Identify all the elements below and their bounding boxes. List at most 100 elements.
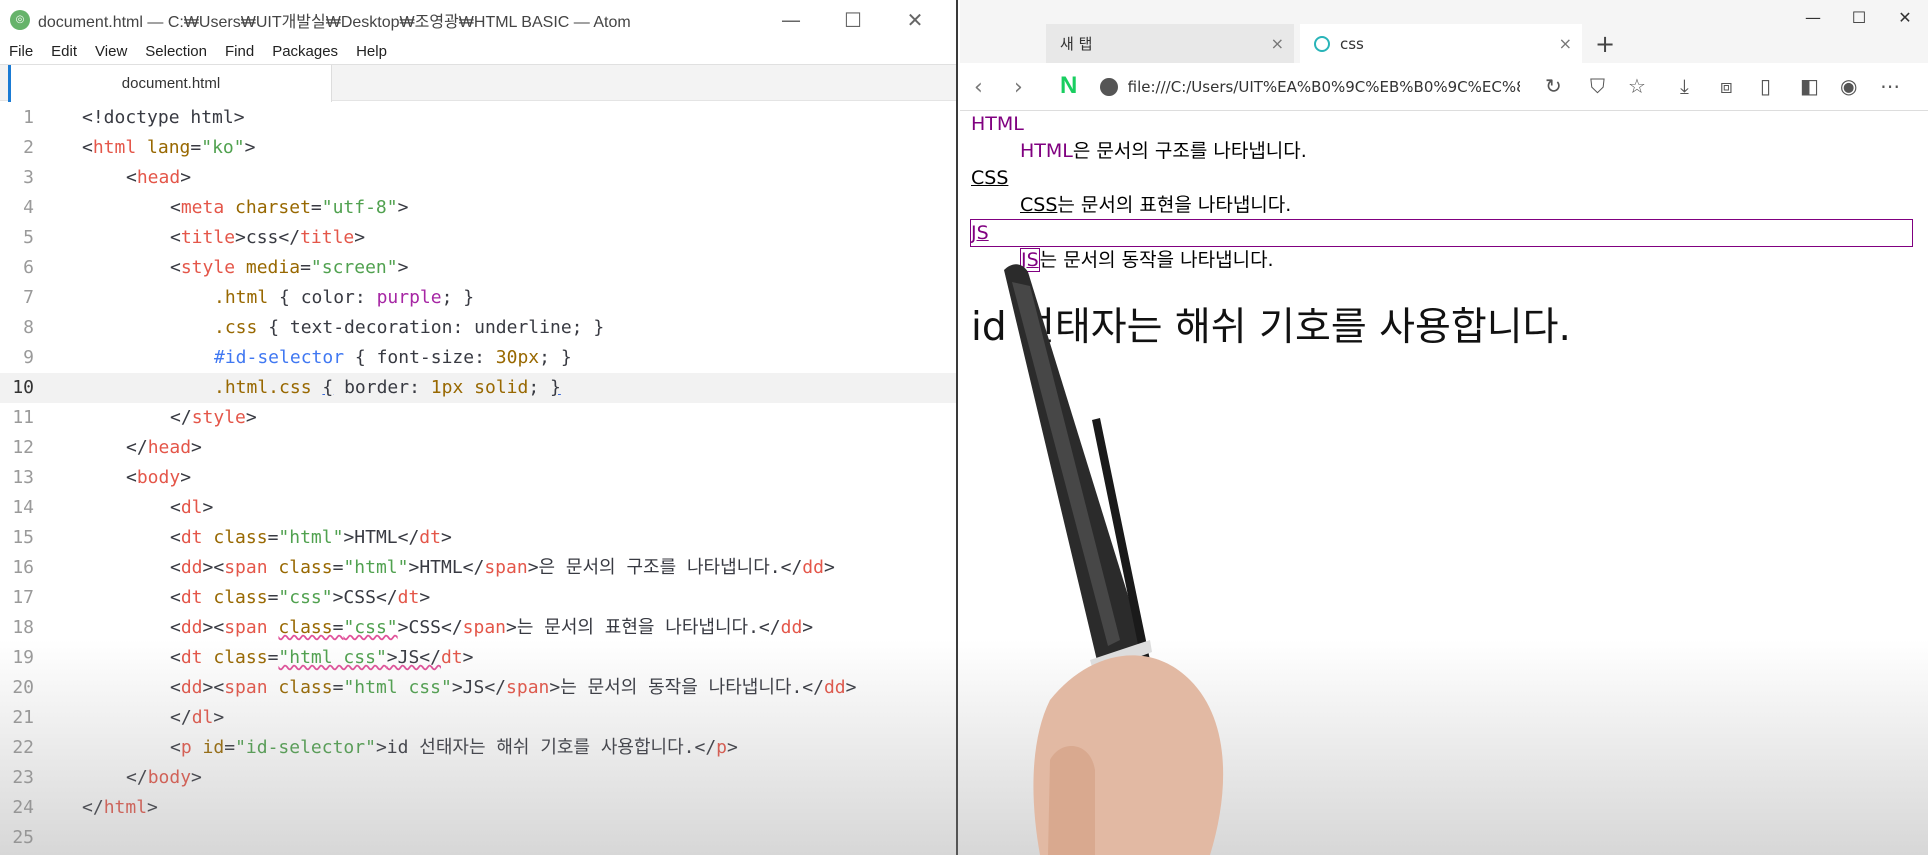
back-icon[interactable]: ‹ — [974, 75, 983, 100]
token: > — [213, 707, 225, 728]
token: >HTML</ — [408, 557, 485, 578]
reader-icon[interactable]: ▯ — [1760, 74, 1771, 98]
url-text[interactable]: file:///C:/Users/UIT%EA%B0%9C%EB%B0%9C%E… — [1128, 78, 1520, 96]
menu-selection[interactable]: Selection — [136, 43, 216, 60]
token: lang — [147, 137, 191, 158]
minimize-icon[interactable]: — — [760, 0, 822, 39]
globe-icon — [1314, 35, 1330, 52]
reload-icon[interactable]: ↻ — [1545, 74, 1562, 98]
tab-document-html[interactable]: document.html — [8, 65, 332, 102]
line-number: 2 — [23, 137, 34, 158]
browser-tabstrip: 새 탭 × css × + — ☐ ✕ — [960, 0, 1928, 63]
code-line: 7 .html { color: purple; } — [0, 283, 956, 313]
maximize-icon[interactable]: ☐ — [1836, 0, 1882, 34]
download-icon[interactable]: ⤓ — [1680, 74, 1689, 98]
menu-file[interactable]: File — [0, 43, 42, 60]
token: title — [180, 227, 236, 248]
token: dl — [191, 707, 214, 728]
token: dd — [780, 617, 803, 638]
token: > — [802, 617, 814, 638]
menu-find[interactable]: Find — [216, 43, 263, 60]
star-icon[interactable]: ☆ — [1628, 74, 1646, 98]
atom-tabbar: document.html — [0, 64, 956, 102]
code-line: 25 — [0, 823, 956, 853]
token: >id 선태자는 해쉬 기호를 사용합니다.</ — [375, 737, 717, 758]
span-js: JS — [1020, 248, 1040, 272]
sidebar-icon[interactable]: ◧ — [1800, 74, 1819, 98]
code-line: 20 <dd><span class="html css">JS</span>는 … — [0, 673, 956, 703]
token: > — [823, 557, 835, 578]
menu-help[interactable]: Help — [347, 43, 396, 60]
code-line: 11 </style> — [0, 403, 956, 433]
token: charset — [235, 197, 311, 218]
screenshot-icon[interactable]: ⧈ — [1720, 74, 1733, 98]
line-number: 15 — [12, 527, 34, 548]
menu-edit[interactable]: Edit — [42, 43, 86, 60]
code-editor[interactable]: 1 <!doctype html> 2 <html lang="ko"> 3 <hea… — [0, 103, 956, 853]
close-icon[interactable]: × — [1271, 34, 1284, 53]
token: : — [474, 347, 496, 368]
token: dd — [180, 617, 203, 638]
token: underline — [474, 317, 572, 338]
address-bar[interactable]: file:///C:/Users/UIT%EA%B0%9C%EB%B0%9C%E… — [1100, 69, 1520, 105]
line-number: 23 — [12, 767, 34, 788]
token: = — [224, 737, 236, 758]
token: < — [170, 227, 181, 248]
code-text: <!doctype html> — [82, 103, 245, 133]
token: > — [397, 257, 409, 278]
code-text: </style> — [170, 403, 257, 433]
token: { — [257, 317, 290, 338]
token: < — [82, 137, 93, 158]
token: dd — [180, 677, 203, 698]
token: class — [213, 647, 268, 668]
code-text: </body> — [126, 763, 202, 793]
token: > — [397, 197, 409, 218]
more-icon[interactable]: ⋯ — [1880, 74, 1900, 98]
token: </ — [82, 797, 104, 818]
atom-window: ◎ document.html — C:₩Users₩UIT개발실₩Deskto… — [0, 0, 958, 855]
code-line: 6 <style media="screen"> — [0, 253, 956, 283]
token: > — [245, 407, 257, 428]
token: style — [180, 257, 236, 278]
naver-icon[interactable]: N — [1060, 72, 1077, 100]
line-number: 17 — [12, 587, 34, 608]
close-icon[interactable]: × — [1559, 34, 1572, 53]
forward-icon[interactable]: › — [1014, 75, 1023, 100]
menu-view[interactable]: View — [86, 43, 136, 60]
code-line-current: 10 .html.css { border: 1px solid; } — [0, 373, 956, 403]
code-text: <dd><span class="html">HTML</span>은 문서의 … — [170, 553, 835, 583]
line-number: 19 — [12, 647, 34, 668]
line-number: 14 — [12, 497, 34, 518]
token: font-size — [376, 347, 475, 368]
token: ; } — [539, 347, 572, 368]
token: > — [147, 797, 158, 818]
token: class — [278, 617, 333, 638]
new-tab-button[interactable]: + — [1595, 30, 1615, 58]
code-line: 16 <dd><span class="html">HTML</span>은 문서… — [0, 553, 956, 583]
token: dt — [419, 527, 441, 548]
token: dt — [180, 527, 203, 548]
maximize-icon[interactable]: ☐ — [822, 0, 884, 39]
token: < — [170, 527, 181, 548]
tab-css[interactable]: css × — [1300, 24, 1582, 63]
browser-navbar: ‹ › N file:///C:/Users/UIT%EA%B0%9C%EB%B… — [960, 63, 1928, 111]
code-text: <p id="id-selector">id 선태자는 해쉬 기호를 사용합니다… — [170, 733, 738, 763]
profile-icon[interactable]: ◉ — [1840, 74, 1857, 98]
menu-packages[interactable]: Packages — [263, 43, 347, 60]
token: = — [267, 647, 279, 668]
shield-icon[interactable]: ⛉ — [1590, 74, 1605, 98]
token: = — [310, 197, 322, 218]
token: > — [235, 227, 246, 248]
site-info-icon[interactable] — [1100, 78, 1118, 96]
line-number: 16 — [12, 557, 34, 578]
close-icon[interactable]: ✕ — [1882, 0, 1928, 34]
token: "id-selector" — [235, 737, 376, 758]
close-icon[interactable]: ✕ — [884, 0, 946, 39]
code-line: 1 <!doctype html> — [0, 103, 956, 133]
tab-new-tab[interactable]: 새 탭 × — [1046, 24, 1294, 63]
minimize-icon[interactable]: — — [1790, 0, 1836, 34]
